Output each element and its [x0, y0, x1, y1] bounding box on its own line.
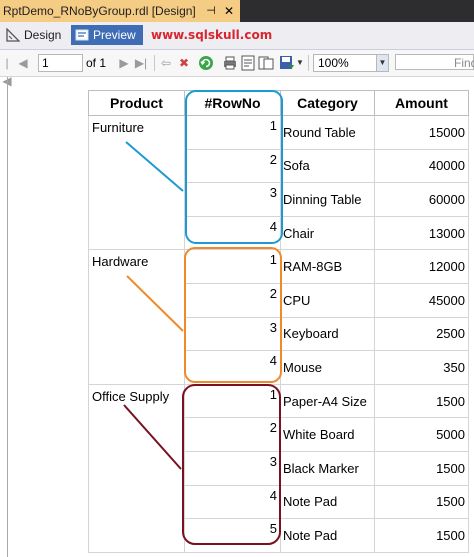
preview-report-icon [75, 29, 89, 41]
report-margin-rule [7, 77, 8, 557]
amount-cell: 350 [374, 350, 469, 385]
group-cell-office-supply: Office Supply [88, 383, 185, 553]
group-cell-hardware: Hardware [88, 249, 185, 385]
amount-cell: 1500 [374, 450, 469, 486]
report-toolbar: |◀ ◀ 1 of 1 ▶ ▶| ⇦ ✖ ▼ 100% ▼ Find [0, 50, 474, 88]
refresh-icon[interactable] [198, 55, 214, 71]
pin-tab-icon[interactable]: ⊣ [204, 0, 218, 22]
page-setup-icon[interactable] [258, 55, 274, 71]
group-name: Office Supply [92, 388, 170, 404]
find-input[interactable]: Find [395, 54, 474, 70]
amount-cell: 12000 [374, 249, 469, 284]
print-icon[interactable] [222, 55, 238, 71]
category-cell: Note Pad [280, 518, 375, 553]
table-row: Hardware 1 RAM-8GB 12000 [88, 249, 469, 385]
rowno-cell: 2 [184, 148, 281, 184]
rowno-cell: 4 [184, 350, 281, 385]
next-page-icon[interactable]: ▶ [118, 54, 130, 72]
toolbar-separator [308, 55, 309, 71]
document-tab-strip: RptDemo_RNoByGroup.rdl [Design] ⊣ ✕ [0, 0, 474, 22]
first-page-icon[interactable]: |◀ [2, 54, 12, 88]
rowno-cell: 3 [184, 316, 281, 352]
amount-cell: 45000 [374, 282, 469, 318]
group-name: Furniture [92, 120, 145, 135]
previous-page-icon[interactable]: ◀ [17, 54, 29, 72]
last-page-icon[interactable]: ▶| [134, 54, 148, 72]
amount-cell: 13000 [374, 215, 469, 251]
rowno-cell: 4 [184, 215, 281, 251]
category-cell: Keyboard [280, 316, 375, 352]
export-icon[interactable] [279, 55, 295, 71]
report-header-row: Product #RowNo Category Amount [88, 90, 469, 116]
amount-cell: 5000 [374, 417, 469, 452]
zoom-select[interactable]: 100% [313, 54, 381, 72]
close-tab-icon[interactable]: ✕ [222, 0, 236, 22]
rowno-cell: 1 [184, 249, 281, 284]
header-category: Category [280, 90, 375, 116]
rowno-cell: 1 [184, 383, 281, 419]
category-cell: Dinning Table [280, 182, 375, 217]
design-ruler-icon [6, 28, 20, 42]
page-number-input[interactable]: 1 [38, 54, 83, 72]
group-name: Hardware [92, 254, 149, 270]
rowno-cell: 4 [184, 484, 281, 520]
category-cell: Paper-A4 Size [280, 383, 375, 419]
header-amount: Amount [374, 90, 469, 116]
table-row: Furniture 1 Round Table 15000 [88, 114, 469, 251]
header-product: Product [88, 90, 185, 116]
category-cell: Round Table [280, 115, 375, 150]
toolbar-separator [154, 55, 155, 71]
amount-cell: 1500 [374, 383, 469, 419]
group-cell-furniture: Furniture [88, 114, 185, 251]
category-cell: CPU [280, 282, 375, 318]
category-cell: Mouse [280, 350, 375, 385]
page-count-label: of 1 [86, 56, 107, 70]
rowno-cell: 1 [184, 115, 281, 150]
rowno-cell: 3 [184, 450, 281, 486]
rowno-cell: 2 [184, 282, 281, 318]
amount-cell: 1500 [374, 518, 469, 553]
category-cell: Note Pad [280, 484, 375, 520]
amount-cell: 60000 [374, 182, 469, 217]
category-cell: White Board [280, 417, 375, 452]
export-dropdown-arrow-icon[interactable]: ▼ [296, 54, 304, 72]
amount-cell: 1500 [374, 484, 469, 520]
rowno-cell: 2 [184, 417, 281, 452]
stop-icon[interactable]: ✖ [177, 54, 191, 72]
category-cell: Chair [280, 215, 375, 251]
table-row: Office Supply 1 Paper-A4 Size 1500 [88, 383, 469, 553]
rowno-cell: 3 [184, 182, 281, 217]
preview-tab[interactable]: Preview [71, 25, 143, 45]
category-cell: RAM-8GB [280, 249, 375, 284]
document-tab-title: RptDemo_RNoByGroup.rdl [Design] [3, 4, 196, 18]
preview-tab-label: Preview [93, 28, 136, 42]
category-cell: Black Marker [280, 450, 375, 486]
zoom-dropdown-arrow-icon[interactable]: ▼ [376, 54, 389, 72]
site-watermark: www.sqlskull.com [151, 28, 273, 42]
report-table: Product #RowNo Category Amount Furniture… [88, 90, 469, 553]
print-layout-icon[interactable] [241, 55, 255, 71]
amount-cell: 15000 [374, 115, 469, 150]
amount-cell: 40000 [374, 148, 469, 184]
category-cell: Sofa [280, 148, 375, 184]
rowno-cell: 5 [184, 518, 281, 553]
amount-cell: 2500 [374, 316, 469, 352]
design-tab[interactable]: Design [2, 25, 68, 45]
header-rowno: #RowNo [184, 90, 281, 116]
back-icon[interactable]: ⇦ [159, 54, 173, 72]
design-tab-label: Design [24, 28, 62, 42]
